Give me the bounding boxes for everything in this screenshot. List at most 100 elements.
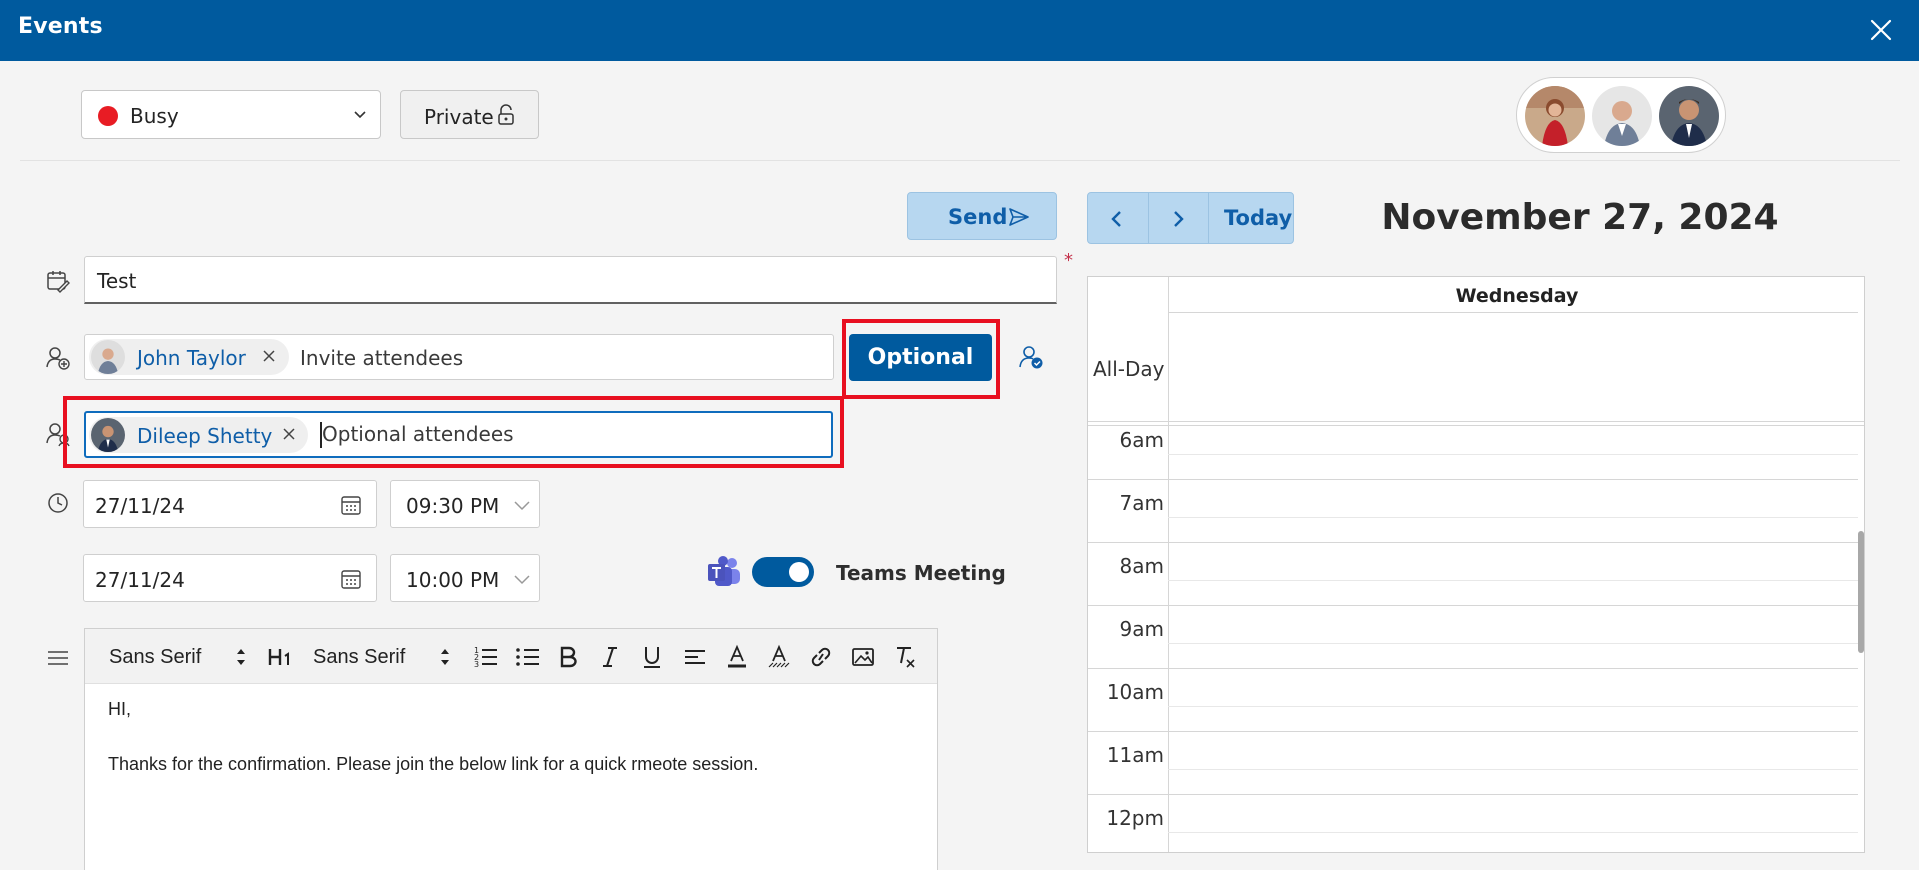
end-time-value: 10:00 PM: [406, 568, 500, 592]
calendar-edit-icon: [47, 271, 70, 293]
time-column-divider: [1168, 277, 1169, 852]
hour-label: 12pm: [1106, 806, 1164, 830]
clock-icon: [48, 493, 68, 513]
numbered-list-icon[interactable]: 1 2 3: [473, 643, 499, 671]
clear-formatting-icon[interactable]: [893, 643, 917, 671]
image-icon[interactable]: [851, 643, 875, 671]
start-date-value: 27/11/24: [95, 494, 185, 518]
send-icon: [1009, 208, 1029, 226]
start-date-field[interactable]: 27/11/24: [83, 480, 377, 528]
unlock-icon: [498, 104, 514, 125]
editor-toolbar: Sans Serif Sans Serif 1 2 3: [85, 629, 937, 684]
bullet-list-icon[interactable]: [515, 643, 541, 671]
grid-line: [1168, 454, 1858, 455]
link-icon[interactable]: [809, 643, 833, 671]
chevron-down-icon: [514, 575, 530, 585]
grid-line: [1088, 668, 1858, 669]
remove-icon[interactable]: [261, 348, 277, 364]
attendee-name: John Taylor: [137, 346, 246, 370]
select-arrows-icon[interactable]: [437, 643, 453, 671]
teams-meeting-toggle[interactable]: [752, 557, 814, 587]
grid-line: [1088, 421, 1864, 422]
attendees-placeholder: Invite attendees: [300, 346, 464, 370]
font-family-select[interactable]: Sans Serif: [109, 646, 201, 669]
grid-line: [1168, 517, 1858, 518]
end-date-value: 27/11/24: [95, 568, 185, 592]
underline-icon[interactable]: [641, 643, 663, 671]
highlight-box: [842, 319, 1000, 399]
hour-label: 6am: [1119, 428, 1164, 452]
heading-icon[interactable]: [267, 643, 295, 671]
all-day-label: All-Day: [1093, 357, 1165, 381]
required-marker: *: [1064, 250, 1073, 271]
calendar-scrollbar[interactable]: [1858, 531, 1864, 653]
avatar[interactable]: [1525, 86, 1585, 146]
end-time-select[interactable]: 10:00 PM: [390, 554, 540, 602]
grid-line: [1088, 479, 1858, 480]
editor-line: Thanks for the confirmation. Please join…: [108, 754, 759, 774]
hour-label: 8am: [1119, 554, 1164, 578]
calendar-icon[interactable]: [340, 494, 362, 516]
date-heading: November 27, 2024: [1381, 197, 1779, 238]
italic-icon[interactable]: [599, 643, 621, 671]
align-icon[interactable]: [683, 643, 707, 671]
font-family-select[interactable]: Sans Serif: [313, 646, 405, 669]
send-button[interactable]: Send: [907, 192, 1057, 240]
grid-line: [1168, 312, 1858, 313]
svg-text:3: 3: [474, 660, 479, 669]
calendar-icon[interactable]: [340, 568, 362, 590]
highlight-color-icon[interactable]: [767, 643, 791, 671]
grid-line: [1168, 580, 1858, 581]
window-title: Events: [18, 14, 103, 39]
attendee-avatars[interactable]: [1516, 77, 1726, 153]
hour-label: 7am: [1119, 491, 1164, 515]
day-name: Wednesday: [1455, 285, 1579, 307]
editor-line: HI,: [108, 699, 132, 719]
grid-line: [1168, 832, 1858, 833]
bold-icon[interactable]: [557, 643, 579, 671]
start-time-select[interactable]: 09:30 PM: [390, 480, 540, 528]
hour-label: 10am: [1106, 680, 1164, 704]
grid-line: [1088, 731, 1858, 732]
grid-line: [1088, 794, 1858, 795]
grid-line: [1088, 425, 1864, 426]
private-label: Private: [424, 105, 494, 129]
teams-icon: [708, 556, 740, 586]
rich-text-editor[interactable]: Sans Serif Sans Serif 1 2 3 HI, Thanks f…: [84, 628, 938, 870]
previous-button[interactable]: [1088, 193, 1149, 243]
attendees-input[interactable]: John Taylor Invite attendees: [84, 334, 834, 380]
avatar[interactable]: [1592, 86, 1652, 146]
scheduling-assistant-icon[interactable]: [1018, 344, 1044, 370]
highlight-box: [63, 396, 844, 468]
grid-line: [1168, 706, 1858, 707]
attendee-chip[interactable]: John Taylor: [89, 339, 289, 375]
subject-input[interactable]: Test: [84, 256, 1057, 304]
send-label: Send: [948, 205, 1008, 229]
grid-line: [1088, 542, 1858, 543]
next-button[interactable]: [1149, 193, 1209, 243]
grid-line: [1168, 643, 1858, 644]
description-icon: [48, 651, 68, 665]
day-calendar[interactable]: Wednesday All-Day 6am 7am 8am 9am 10am 1…: [1087, 276, 1865, 853]
toggle-knob: [789, 562, 809, 582]
hour-label: 9am: [1119, 617, 1164, 641]
chevron-left-icon: [1111, 211, 1121, 227]
title-bar: Events: [0, 0, 1919, 61]
avatar[interactable]: [1659, 86, 1719, 146]
end-date-field[interactable]: 27/11/24: [83, 554, 377, 602]
grid-line: [1168, 769, 1858, 770]
private-button[interactable]: Private: [400, 90, 539, 139]
close-icon[interactable]: [1867, 16, 1895, 44]
status-value: Busy: [130, 104, 179, 128]
font-color-icon[interactable]: [725, 643, 749, 671]
status-dot: [98, 106, 118, 126]
subject-value: Test: [97, 269, 137, 293]
chevron-right-icon: [1174, 211, 1184, 227]
hour-label: 11am: [1106, 743, 1164, 767]
chevron-down-icon: [354, 111, 366, 119]
select-arrows-icon[interactable]: [233, 643, 249, 671]
toolbar-divider: [20, 160, 1900, 161]
grid-line: [1088, 605, 1858, 606]
today-button[interactable]: Today: [1224, 206, 1292, 230]
status-dropdown[interactable]: Busy: [81, 90, 381, 139]
